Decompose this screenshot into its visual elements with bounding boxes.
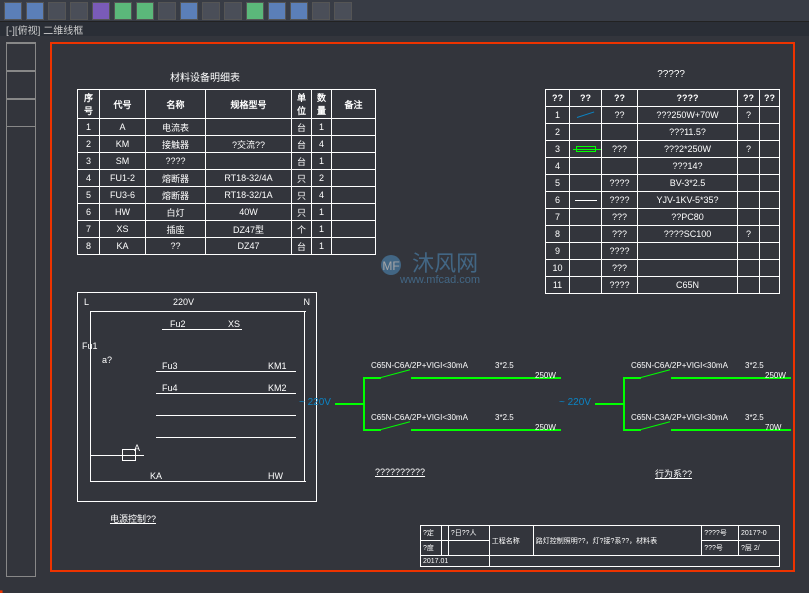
- control-schematic: L N 220V Fu1 Fu2 XS a? Fu3 KM1 Fu4 KM2 A…: [77, 292, 317, 502]
- schematic-caption: 电源控制??: [110, 512, 156, 525]
- toolbar-button[interactable]: [136, 2, 154, 20]
- toolbar-button[interactable]: [48, 2, 66, 20]
- toolbar-button[interactable]: [224, 2, 242, 20]
- left-table-title: 材料设备明细表: [170, 69, 240, 84]
- sym-fuse-icon: [576, 146, 596, 152]
- toolbar-button[interactable]: [180, 2, 198, 20]
- title-block: ?定?日??人 工程名称 路灯控制照明??，灯?接?系??，材料表 ????号2…: [420, 525, 780, 567]
- toolbar-button[interactable]: [4, 2, 22, 20]
- toolbar-button[interactable]: [334, 2, 352, 20]
- toolbar-button[interactable]: [246, 2, 264, 20]
- toolbar-button[interactable]: [268, 2, 286, 20]
- toolbar-button[interactable]: [70, 2, 88, 20]
- view-tab[interactable]: [-][俯视] 二维线框: [0, 22, 809, 36]
- vin-label: ~ 220V: [299, 397, 331, 408]
- circuit-right: ~ 220V C65N-C6A/2P+VIGI<30mA 3*2.5 250W …: [595, 367, 795, 487]
- toolbar: [0, 0, 809, 22]
- toolbar-button[interactable]: [312, 2, 330, 20]
- toolbar-button[interactable]: [158, 2, 176, 20]
- toolbar-button[interactable]: [114, 2, 132, 20]
- sym-sw-icon: [577, 109, 595, 119]
- drawing-canvas[interactable]: ⬇ 材料设备明细表 序号代号名称规格型号单位数量备注 1A电流表台12KM接触器…: [0, 36, 809, 593]
- sym-line-icon: [575, 200, 597, 201]
- toolbar-button[interactable]: [290, 2, 308, 20]
- legend-table: ?????????????? 1?????250W+70W?2???11.5?3…: [545, 89, 780, 294]
- bom-table: 序号代号名称规格型号单位数量备注 1A电流表台12KM接触器?交流??台43SM…: [77, 89, 376, 255]
- toolbar-button[interactable]: [92, 2, 110, 20]
- toolbar-button[interactable]: [26, 2, 44, 20]
- vin-label: ~ 220V: [559, 397, 591, 408]
- ruler: [6, 42, 36, 577]
- ucs-arrow-icon: ⬇: [0, 587, 7, 593]
- right-table-title: ?????: [657, 69, 685, 80]
- toolbar-button[interactable]: [202, 2, 220, 20]
- circuit-left: ~ 220V C65N-C6A/2P+VIGI<30mA 3*2.5 250W …: [335, 367, 575, 487]
